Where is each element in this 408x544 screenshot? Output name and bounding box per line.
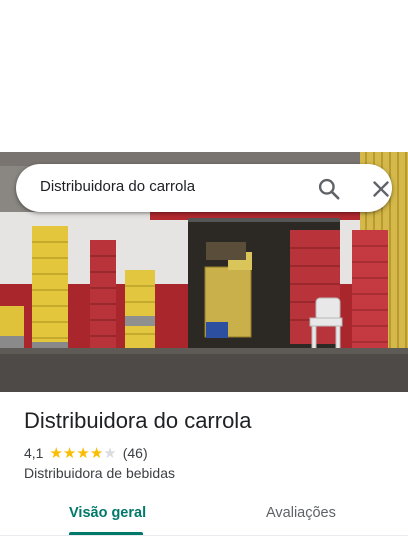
star-full-icon: ★ xyxy=(62,444,77,462)
tab-overview[interactable]: Visão geral xyxy=(69,505,146,521)
rating-value: 4,1 xyxy=(24,445,44,461)
search-bar[interactable]: Distribuidora do carrola xyxy=(16,164,392,212)
star-full-icon: ★ xyxy=(89,444,104,462)
star-empty-icon: ★ xyxy=(103,444,117,462)
place-title: Distribuidora do carrola xyxy=(24,408,252,433)
tab-reviews[interactable]: Avaliações xyxy=(266,505,336,521)
search-input[interactable]: Distribuidora do carrola xyxy=(40,178,195,195)
star-full-icon: ★ xyxy=(49,444,63,462)
star-full-icon: ★ xyxy=(76,444,90,462)
star-rating: ★ ★ ★ ★ ★ xyxy=(49,446,116,461)
place-category: Distribuidora de bebidas xyxy=(24,465,175,481)
close-icon[interactable] xyxy=(368,176,394,202)
tabs-divider xyxy=(0,535,408,536)
review-count[interactable]: (46) xyxy=(123,445,148,461)
rating-row[interactable]: 4,1 ★ ★ ★ ★ ★ (46) xyxy=(24,444,148,462)
place-tabs: Visão geral Avaliações xyxy=(0,496,408,536)
map-blank-area xyxy=(0,0,408,152)
search-icon[interactable] xyxy=(316,176,342,202)
